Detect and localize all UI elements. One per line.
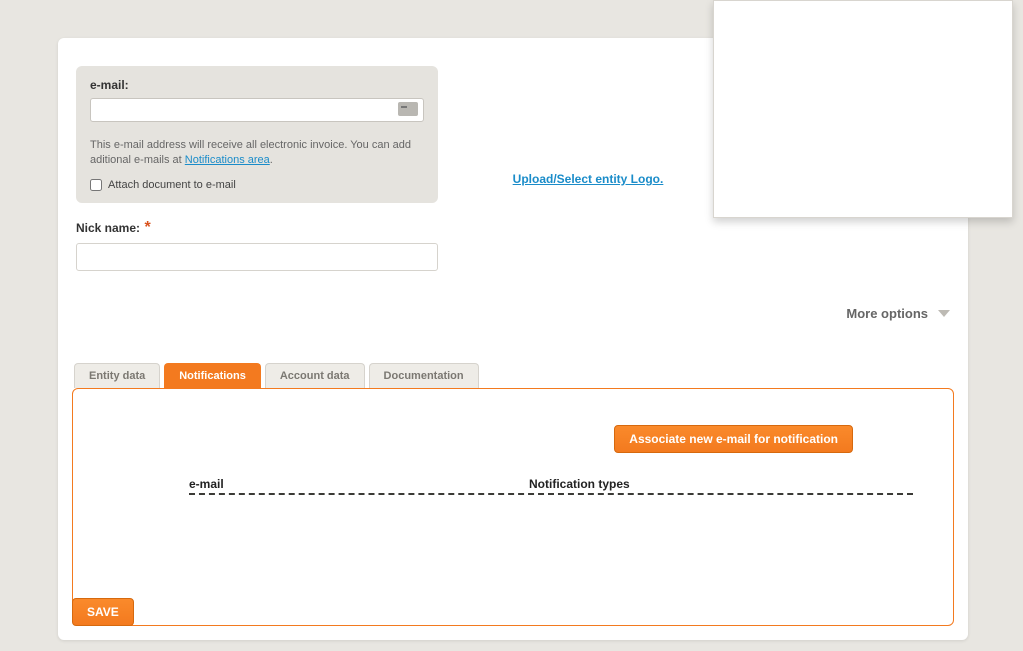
email-help-text: This e-mail address will receive all ele…: [90, 138, 424, 169]
notifications-area-link[interactable]: Notifications area: [185, 154, 270, 166]
tab-list: Entity data Notifications Account data D…: [74, 363, 954, 388]
nickname-label: Nick name:: [76, 221, 140, 235]
email-panel: e-mail: This e-mail address will receive…: [76, 66, 438, 203]
col-types-header: Notification types: [529, 477, 630, 491]
tab-notifications[interactable]: Notifications: [164, 363, 261, 388]
logo-preview-box[interactable]: [713, 0, 1013, 218]
save-button[interactable]: SAVE: [72, 598, 134, 626]
contact-card-icon[interactable]: [398, 102, 418, 116]
tab-entity-data[interactable]: Entity data: [74, 363, 160, 388]
email-help-suffix: .: [270, 154, 273, 166]
nickname-block: Nick name: *: [76, 219, 954, 271]
required-mark: *: [144, 219, 150, 236]
nickname-input[interactable]: [76, 243, 438, 271]
notifications-table-head: e-mail Notification types: [189, 477, 913, 495]
chevron-down-icon: [938, 310, 950, 317]
upload-logo-link[interactable]: Upload/Select entity Logo.: [513, 172, 664, 186]
tab-documentation[interactable]: Documentation: [369, 363, 479, 388]
more-options-toggle[interactable]: More options: [846, 306, 950, 321]
notifications-panel: Associate new e-mail for notification e-…: [72, 388, 954, 626]
email-input-wrap: [90, 98, 424, 130]
col-email-header: e-mail: [189, 477, 529, 491]
attach-document-row: Attach document to e-mail: [90, 179, 424, 191]
email-label: e-mail:: [90, 78, 424, 92]
associate-email-button[interactable]: Associate new e-mail for notification: [614, 425, 853, 453]
attach-document-checkbox[interactable]: [90, 179, 102, 191]
tab-account-data[interactable]: Account data: [265, 363, 365, 388]
email-input[interactable]: [90, 98, 424, 122]
attach-document-label: Attach document to e-mail: [108, 179, 236, 191]
more-options-label: More options: [846, 306, 928, 321]
upload-logo-block: Upload/Select entity Logo.: [510, 170, 666, 188]
